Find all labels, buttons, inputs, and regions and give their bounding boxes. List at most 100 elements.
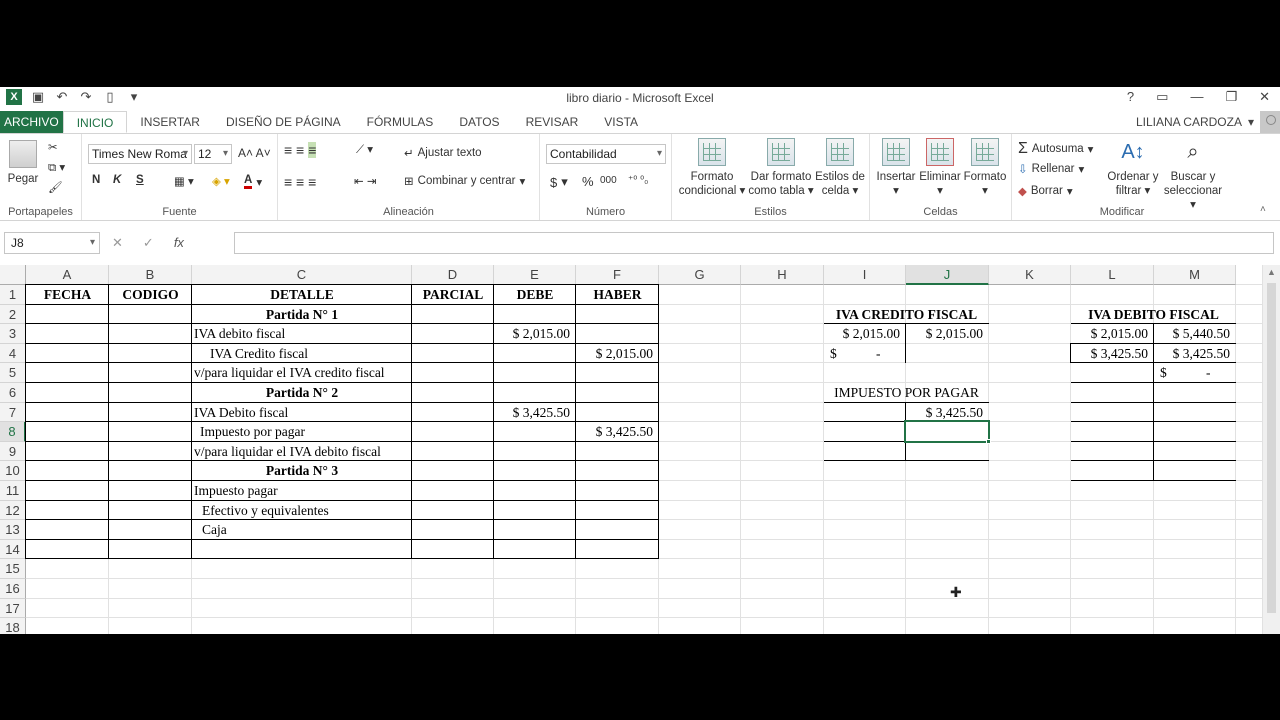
restore-icon[interactable]: ❐ [1225,89,1237,105]
align-left-icon[interactable]: ≡ ≡ ≡ [284,174,316,190]
delete-cells-button[interactable]: Eliminar ▾ [918,138,962,198]
tab-revisar[interactable]: REVISAR [513,111,592,133]
row-header-9[interactable]: 9 [0,441,26,462]
underline-button[interactable]: S [136,174,144,186]
iva-debito-debit-1[interactable]: $ 2,015.00 [1071,324,1154,344]
user-account[interactable]: LILIANA CARDOZA ▾ [1136,111,1280,133]
number-format-select[interactable]: Contabilidad [546,144,666,164]
indent-icon[interactable]: ⇤ ⇥ [354,174,376,188]
haber-row-8[interactable]: $ 3,425.50 [576,422,659,442]
tab-diseno-pagina[interactable]: DISEÑO DE PÁGINA [213,111,354,133]
row-header-11[interactable]: 11 [0,481,26,501]
tab-formulas[interactable]: FÓRMULAS [354,111,447,133]
header-haber[interactable]: HABER [576,285,659,305]
row-header-6[interactable]: 6 [0,383,26,403]
column-header-e[interactable]: E [494,265,576,285]
column-header-c[interactable]: C [192,265,412,285]
merge-center-button[interactable]: ⊞ Combinar y centrar ▾ [404,174,525,188]
tab-insertar[interactable]: INSERTAR [127,111,213,133]
grow-font-icon[interactable]: A˄ A˅ [238,146,271,160]
iva-credito-debit[interactable]: $ 2,015.00 [824,324,906,344]
detalle-row-13[interactable]: Caja [192,520,412,540]
iva-debito-balance-value[interactable]: - [1154,363,1236,383]
cancel-icon[interactable]: ✕ [112,232,123,254]
column-header-i[interactable]: I [824,265,906,285]
format-cells-button[interactable]: Formato ▾ [962,138,1008,198]
autosum-button[interactable]: Σ Autosuma ▾ [1018,140,1093,158]
debe-row-7[interactable]: $ 3,425.50 [494,403,576,423]
font-color-icon[interactable]: A ▾ [244,174,262,189]
clear-button[interactable]: ◆ Borrar ▾ [1018,184,1073,198]
partida-2-title[interactable]: Partida N° 2 [192,383,412,403]
scroll-thumb[interactable] [1267,283,1276,613]
detalle-row-5[interactable]: v/para liquidar el IVA credito fiscal [192,363,412,383]
find-select-button[interactable]: ⌕ Buscar y seleccionar ▾ [1160,138,1226,212]
row-header-5[interactable]: 5 [0,363,26,383]
row-header-7[interactable]: 7 [0,402,26,423]
help-icon[interactable]: ? [1127,89,1134,105]
fill-button[interactable]: ⇩ Rellenar ▾ [1018,162,1084,176]
conditional-format-button[interactable]: Formato condicional ▾ [676,138,748,198]
select-all-corner[interactable] [0,265,26,285]
tab-datos[interactable]: DATOS [446,111,512,133]
iva-debito-credit-1[interactable]: $ 5,440.50 [1154,324,1236,344]
header-detalle[interactable]: DETALLE [192,285,412,305]
copy-icon[interactable]: ⧉ ▾ [48,160,65,175]
impuesto-pagar-title[interactable]: IMPUESTO POR PAGAR [824,383,989,403]
decimal-icon[interactable]: ⁺⁰ ⁰₀ [628,175,648,186]
align-top-icon[interactable]: ≡ ≡ ≡ [284,142,317,158]
iva-debito-title[interactable]: IVA DEBITO FISCAL [1071,305,1236,325]
row-header-13[interactable]: 13 [0,520,26,540]
vertical-scrollbar[interactable]: ▲ [1262,265,1280,634]
row-header-4[interactable]: 4 [0,343,26,364]
haber-row-4[interactable]: $ 2,015.00 [576,344,659,364]
row-header-14[interactable]: 14 [0,539,26,560]
detalle-row-4[interactable]: IVA Credito fiscal [192,344,412,364]
iva-debito-debit-2[interactable]: $ 3,425.50 [1071,344,1154,364]
wrap-text-button[interactable]: ↵ Ajustar texto [404,146,482,160]
column-header-g[interactable]: G [659,265,741,285]
currency-button[interactable]: $ ▾ [550,174,568,190]
detalle-row-11[interactable]: Impuesto pagar [192,481,412,501]
percent-button[interactable]: % [582,174,594,189]
formula-input[interactable] [234,232,1274,254]
italic-button[interactable]: K [113,174,121,186]
debe-row-3[interactable]: $ 2,015.00 [494,324,576,344]
header-codigo[interactable]: CODIGO [109,285,192,305]
thousands-button[interactable]: 000 [600,175,617,186]
column-header-b[interactable]: B [109,265,192,285]
scroll-up-icon[interactable]: ▲ [1267,267,1276,277]
header-fecha[interactable]: FECHA [26,285,109,305]
row-header-2[interactable]: 2 [0,304,26,325]
column-header-f[interactable]: F [576,265,659,285]
cut-icon[interactable]: ✂ [48,140,58,154]
row-header-15[interactable]: 15 [0,559,26,579]
enter-icon[interactable]: ✓ [143,232,154,254]
column-header-a[interactable]: A [26,265,109,285]
column-header-l[interactable]: L [1071,265,1154,285]
insert-cells-button[interactable]: Insertar ▾ [874,138,918,198]
format-painter-icon[interactable]: 🖌 [48,180,63,194]
ribbon-display-icon[interactable]: ▭ [1156,89,1168,105]
row-header-16[interactable]: 16 [0,579,26,599]
orientation-icon[interactable]: ⟋ ▾ [356,142,373,157]
detalle-row-9[interactable]: v/para liquidar el IVA debito fiscal [192,442,412,462]
fill-handle[interactable] [986,438,991,444]
selected-cell-j8[interactable] [904,420,990,443]
detalle-row-3[interactable]: IVA debito fiscal [192,324,412,344]
iva-credito-title[interactable]: IVA CREDITO FISCAL [824,305,989,325]
row-header-18[interactable]: 18 [0,618,26,634]
font-name-select[interactable]: Times New Roma [88,144,192,164]
name-box[interactable]: J8 [4,232,100,254]
row-header-12[interactable]: 12 [0,500,26,521]
font-size-select[interactable]: 12 [194,144,232,164]
paste-button[interactable]: Pegar [4,140,42,186]
row-header-8[interactable]: 8 [0,422,26,442]
tab-vista[interactable]: VISTA [591,111,651,133]
format-as-table-button[interactable]: Dar formato como tabla ▾ [748,138,814,198]
detalle-row-7[interactable]: IVA Debito fiscal [192,403,412,423]
tab-archivo[interactable]: ARCHIVO [0,111,63,133]
row-header-3[interactable]: 3 [0,324,26,344]
row-header-10[interactable]: 10 [0,461,26,481]
iva-debito-credit-2[interactable]: $ 3,425.50 [1154,344,1236,364]
